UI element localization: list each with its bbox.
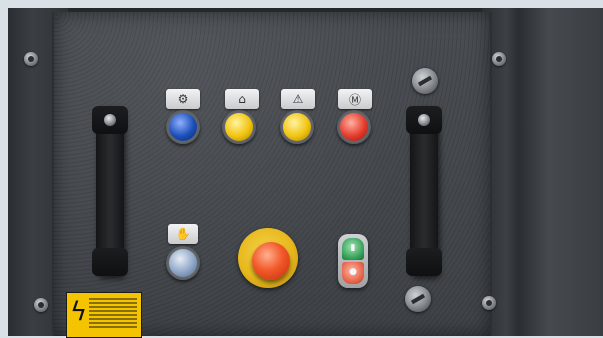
button-cap[interactable] [169,249,197,277]
reset-button[interactable] [166,246,200,280]
lamp-lens [283,113,311,141]
indicator-lamp-yellow [222,110,256,144]
panel-screw [482,296,496,310]
fan-symbol-icon: ⚙ [166,89,200,109]
lamp-lens [340,113,368,141]
start-stop-button[interactable]: ▮ ● [338,234,368,288]
start-symbol-icon: ▮ [350,243,356,253]
warning-fine-print [89,296,137,330]
panel-screw [34,298,48,312]
house-symbol-icon: ⌂ [225,89,259,109]
door-lock[interactable] [405,286,431,312]
warning-triangle-icon: ⚠ [281,89,315,109]
control-cabinet-photo: ⚙ ⌂ ⚠ Ⓜ ✋ ▮ ● ϟ [0,0,603,338]
panel-screw [24,52,38,66]
indicator-lamp-blue [166,110,200,144]
hand-symbol-icon: ✋ [168,224,198,244]
emergency-stop-button[interactable] [252,242,290,280]
lamp-lens [169,113,197,141]
indicator-lamp-red [337,110,371,144]
door-handle-left[interactable] [92,106,128,276]
motor-symbol-icon: Ⓜ [338,89,372,109]
electrical-warning-sticker: ϟ [66,292,142,338]
door-handle-right[interactable] [406,106,442,276]
indicator-lamp-yellow [280,110,314,144]
door-lock[interactable] [412,68,438,94]
lamp-lens [225,113,253,141]
emergency-stop-ring [238,228,298,288]
lightning-bolt-icon: ϟ [70,297,88,327]
panel-screw [492,52,506,66]
stop-symbol-icon: ● [349,267,357,277]
